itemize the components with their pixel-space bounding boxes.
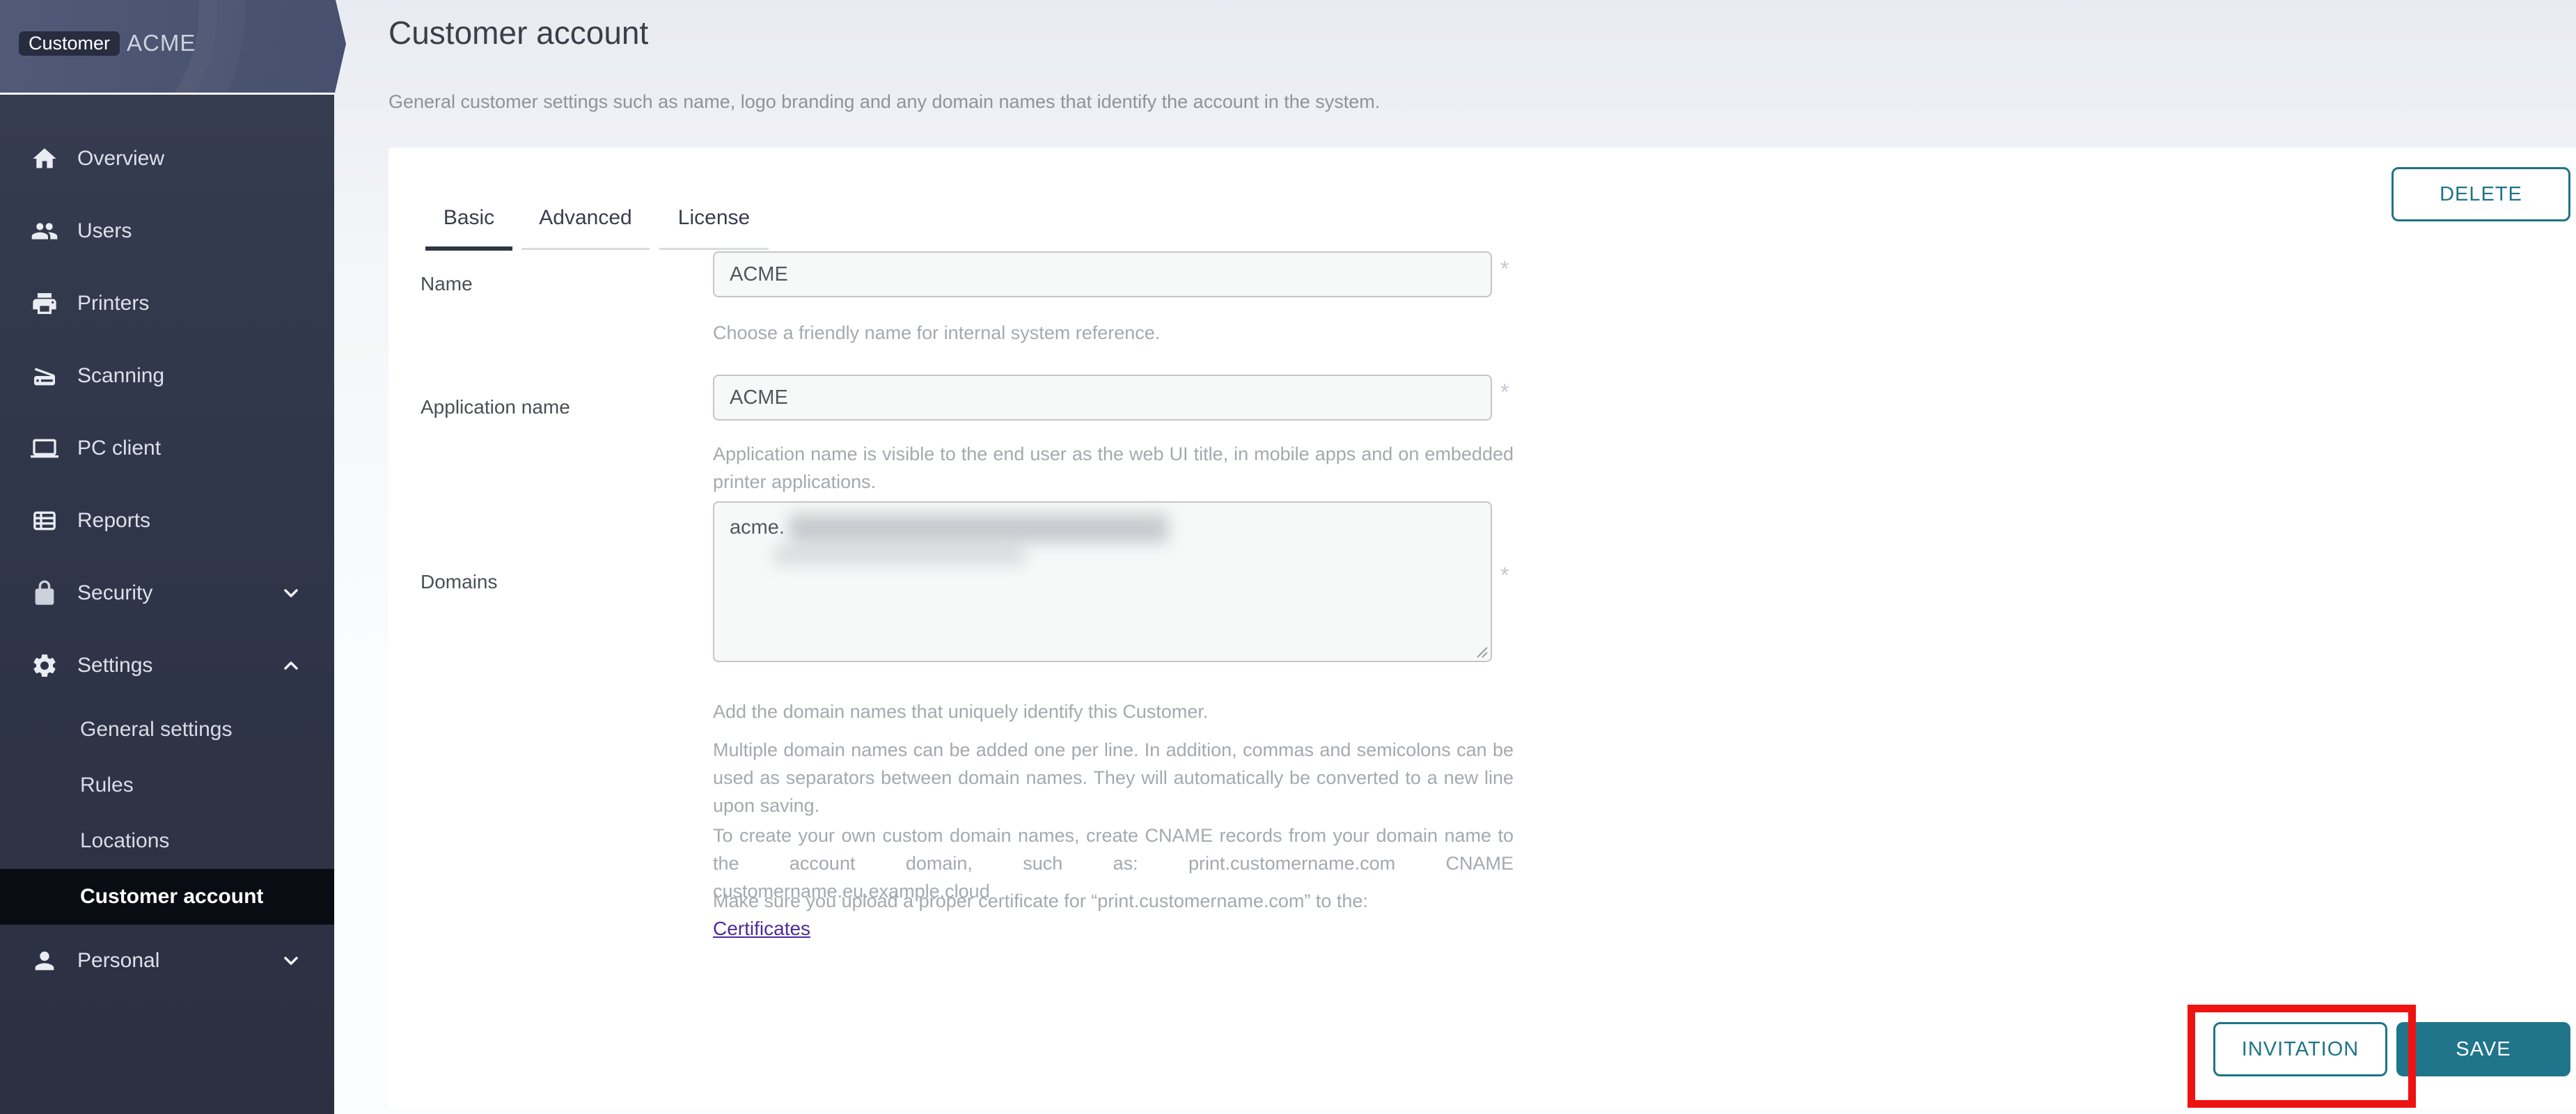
sidebar-item-locations[interactable]: Locations (0, 813, 334, 869)
domains-value: acme. (730, 517, 785, 539)
application-name-label: Application name (421, 396, 570, 418)
customer-account-card: Basic Advanced License DELETE Name * Cho… (388, 148, 2576, 1108)
textarea-resize-handle[interactable] (1473, 643, 1489, 659)
domains-help-add: Add the domain names that uniquely ident… (713, 698, 1514, 725)
sidebar-item-label: Printers (77, 292, 149, 315)
sidebar-subitem-label: Customer account (80, 885, 263, 909)
tab-basic[interactable]: Basic (425, 148, 512, 252)
person-icon (31, 947, 58, 975)
chevron-down-icon (280, 582, 302, 604)
sidebar-subitem-label: Rules (80, 774, 134, 797)
application-name-help-text: Application name is visible to the end u… (713, 440, 1514, 496)
name-input[interactable] (713, 251, 1492, 297)
sidebar-item-pc-client[interactable]: PC client (0, 412, 334, 485)
brand-header: Customer ACME (0, 0, 346, 93)
sidebar-item-users[interactable]: Users (0, 195, 334, 267)
chevron-down-icon (280, 950, 302, 972)
sidebar-item-label: Scanning (77, 364, 164, 388)
tab-label: Basic (443, 206, 494, 229)
sidebar-item-label: Reports (77, 509, 150, 533)
required-marker: * (1500, 563, 1509, 588)
tab-label: Advanced (539, 206, 631, 229)
printer-icon (31, 290, 58, 317)
chevron-up-icon (280, 654, 302, 677)
sidebar-item-label: Personal (77, 949, 159, 973)
tab-license[interactable]: License (659, 148, 769, 252)
tab-bar: Basic Advanced License (425, 148, 769, 252)
sidebar-item-reports[interactable]: Reports (0, 485, 334, 557)
sidebar-item-rules[interactable]: Rules (0, 758, 334, 813)
name-help-text: Choose a friendly name for internal syst… (713, 319, 1514, 347)
sidebar-item-settings[interactable]: Settings (0, 629, 334, 702)
domains-label: Domains (421, 571, 497, 593)
redacted-domain-text (774, 544, 1025, 565)
sidebar-item-personal[interactable]: Personal (0, 925, 334, 997)
customer-badge: Customer (19, 31, 120, 56)
sidebar-item-label: Overview (77, 147, 164, 171)
sidebar-subitem-label: Locations (80, 829, 169, 853)
name-label: Name (421, 273, 473, 295)
redacted-domain-text (789, 514, 1168, 543)
delete-button[interactable]: DELETE (2392, 167, 2570, 221)
page-title: Customer account (388, 14, 648, 52)
brand-name: ACME (127, 30, 196, 56)
tab-advanced[interactable]: Advanced (521, 148, 650, 252)
sidebar-item-customer-account[interactable]: Customer account (0, 869, 334, 925)
page-subtitle: General customer settings such as name, … (388, 91, 1380, 113)
required-marker: * (1500, 379, 1509, 405)
certificates-link[interactable]: Certificates (713, 918, 810, 940)
reports-icon (31, 507, 58, 535)
domains-textarea[interactable]: acme. (713, 501, 1492, 662)
required-marker: * (1500, 256, 1509, 282)
sidebar-item-label: Security (77, 581, 152, 605)
sidebar-nav: Overview Users Printers Scanning PC clie… (0, 95, 334, 997)
users-icon (31, 217, 58, 245)
sidebar-item-label: PC client (77, 437, 161, 460)
domains-help-certificate: Make sure you upload a proper certificat… (713, 887, 1514, 915)
sidebar-subitem-label: General settings (80, 718, 232, 742)
scanner-icon (31, 362, 58, 390)
sidebar-item-overview[interactable]: Overview (0, 123, 334, 195)
sidebar-item-label: Users (77, 219, 132, 243)
monitor-icon (31, 434, 58, 462)
lock-icon (31, 579, 58, 607)
application-name-input[interactable] (713, 375, 1492, 421)
tab-label: License (678, 206, 750, 229)
sidebar-item-general-settings[interactable]: General settings (0, 702, 334, 758)
save-button[interactable]: SAVE (2396, 1022, 2570, 1076)
home-icon (31, 145, 58, 173)
sidebar-item-scanning[interactable]: Scanning (0, 340, 334, 412)
sidebar-item-security[interactable]: Security (0, 557, 334, 629)
domains-help-multiple: Multiple domain names can be added one p… (713, 736, 1514, 819)
sidebar-item-printers[interactable]: Printers (0, 267, 334, 340)
gear-icon (31, 652, 58, 680)
invitation-button[interactable]: INVITATION (2213, 1022, 2387, 1076)
sidebar-item-label: Settings (77, 654, 152, 677)
